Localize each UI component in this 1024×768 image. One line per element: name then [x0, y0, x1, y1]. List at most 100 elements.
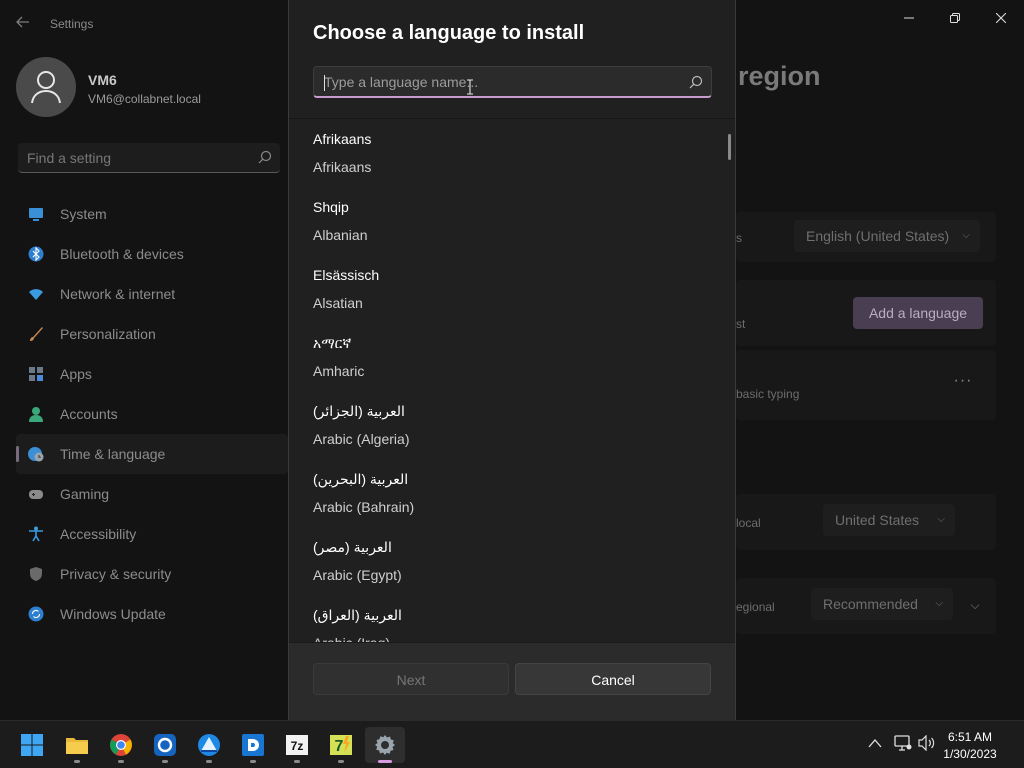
clock-time[interactable]: 6:51 AM [940, 730, 1000, 744]
sidebar-item-network-internet[interactable]: Network & internet [16, 274, 288, 314]
find-setting-input[interactable] [18, 143, 248, 172]
country-dropdown[interactable]: United States ⌵ [823, 504, 955, 536]
file-explorer-icon [66, 738, 88, 754]
search-icon[interactable] [689, 75, 703, 89]
language-english-name: Arabic (Algeria) [313, 431, 410, 447]
next-button[interactable]: Next [313, 663, 509, 695]
minimize-icon [904, 17, 914, 19]
arrow-left-icon [16, 16, 29, 28]
page-title: region [738, 61, 821, 91]
volume-icon [918, 734, 935, 752]
minimize-button[interactable] [886, 6, 932, 28]
language-list-item[interactable]: العربية (البحرين) Arabic (Bahrain) [289, 459, 735, 527]
more-options-button[interactable]: ··· [950, 372, 976, 396]
taskbar-chrome[interactable] [101, 727, 141, 763]
taskbar-app-d[interactable] [233, 727, 273, 763]
display-language-dropdown[interactable]: English (United States) ⌵ [794, 220, 980, 252]
app-blue-icon [154, 734, 176, 756]
sidebar-item-time-language[interactable]: Time & language [16, 434, 288, 474]
settings-nav: System Bluetooth & devices Network & inter… [16, 194, 288, 634]
sidebar-item-label: Gaming [60, 486, 110, 502]
taskbar-7zip[interactable]: 7z [277, 727, 317, 763]
person-icon [29, 407, 43, 422]
user-profile[interactable]: VM6 VM6@collabnet.local [16, 57, 286, 119]
taskbar-app-triangle[interactable] [189, 727, 229, 763]
sidebar-item-label: Bluetooth & devices [60, 246, 184, 262]
chrome-icon [110, 734, 132, 756]
sidebar-item-label: Accessibility [60, 526, 137, 542]
running-indicator [74, 760, 80, 763]
network-tray-button[interactable] [894, 735, 912, 754]
sidebar-item-label: Privacy & security [60, 566, 172, 582]
sidebar-item-label: Network & internet [60, 286, 176, 302]
sidebar-item-accessibility[interactable]: Accessibility [16, 514, 288, 554]
language-native-name: Afrikaans [313, 131, 372, 147]
globe-clock-icon [28, 447, 44, 462]
running-indicator [162, 760, 168, 763]
language-list-item[interactable]: العربية (الجزائر) Arabic (Algeria) [289, 391, 735, 459]
language-list-item[interactable]: Shqip Albanian [289, 187, 735, 255]
add-language-button[interactable]: Add a language [853, 297, 983, 329]
language-native-name: العربية (مصر) [313, 539, 392, 555]
app-d-icon [242, 734, 264, 756]
language-search-box [313, 66, 712, 98]
cancel-button[interactable]: Cancel [515, 663, 711, 695]
sidebar-item-label: Personalization [60, 326, 156, 342]
sidebar-item-apps[interactable]: Apps [16, 354, 288, 394]
close-button[interactable] [978, 6, 1024, 28]
language-english-name: Amharic [313, 363, 365, 379]
language-list-item[interactable]: العربية (مصر) Arabic (Egypt) [289, 527, 735, 595]
language-list-item[interactable]: Elsässisch Alsatian [289, 255, 735, 323]
settings-gear-icon [375, 735, 395, 755]
regional-format-label-fragment: egional [736, 600, 775, 614]
sidebar-item-accounts[interactable]: Accounts [16, 394, 288, 434]
volume-tray-button[interactable] [918, 734, 936, 754]
running-indicator [206, 760, 212, 763]
language-list-item[interactable]: العربية (العراق) Arabic (Iraq) [289, 595, 735, 642]
language-english-name: Arabic (Egypt) [313, 567, 402, 583]
taskbar-7z-app[interactable]: 7 [321, 727, 361, 763]
taskbar-settings[interactable] [365, 727, 405, 763]
taskbar: 7z 7 6:51 AM 1/30/2023 [0, 720, 1024, 768]
language-english-name: Arabic (Iraq) [313, 635, 390, 642]
restore-icon [950, 12, 960, 23]
sidebar-item-label: Accounts [60, 406, 118, 422]
language-list[interactable]: Afrikaans Afrikaans Shqip Albanian Elsässisc… [289, 119, 735, 642]
7zip-icon: 7z [286, 735, 308, 755]
svg-text:7: 7 [335, 738, 344, 755]
sidebar-item-gaming[interactable]: Gaming [16, 474, 288, 514]
clock-date[interactable]: 1/30/2023 [940, 747, 1000, 761]
start-icon [21, 734, 43, 756]
running-indicator [250, 760, 256, 763]
monitor-icon [29, 208, 43, 221]
scrollbar-thumb[interactable] [728, 134, 731, 160]
start-button[interactable] [12, 727, 52, 763]
language-list-item[interactable]: Afrikaans Afrikaans [289, 119, 735, 187]
sidebar-item-privacy-security[interactable]: Privacy & security [16, 554, 288, 594]
sidebar-item-bluetooth-devices[interactable]: Bluetooth & devices [16, 234, 288, 274]
text-caret [324, 75, 325, 91]
sidebar-item-label: Time & language [60, 446, 166, 462]
brush-icon [30, 327, 43, 341]
expand-chevron-icon[interactable]: ⌵ [964, 594, 986, 616]
display-language-label-fragment: s [736, 231, 742, 245]
chevron-up-icon [868, 739, 882, 748]
apps-icon [29, 367, 43, 381]
regional-format-dropdown[interactable]: Recommended ⌵ [811, 588, 953, 620]
restore-button[interactable] [932, 6, 978, 28]
dialog-title: Choose a language to install [313, 22, 585, 44]
language-native-name: Shqip [313, 199, 349, 215]
search-icon[interactable] [258, 150, 272, 164]
show-hidden-icons-button[interactable] [868, 735, 882, 751]
language-native-name: አማርኛ [313, 335, 352, 351]
taskbar-app-blue[interactable] [145, 727, 185, 763]
running-indicator [294, 760, 300, 763]
language-list-item[interactable]: አማርኛ Amharic [289, 323, 735, 391]
sidebar-item-personalization[interactable]: Personalization [16, 314, 288, 354]
sidebar-item-system[interactable]: System [16, 194, 288, 234]
language-search-input[interactable] [314, 67, 674, 96]
back-button[interactable] [10, 12, 36, 36]
taskbar-file-explorer[interactable] [57, 727, 97, 763]
sidebar-item-windows-update[interactable]: Windows Update [16, 594, 288, 634]
running-indicator [338, 760, 344, 763]
